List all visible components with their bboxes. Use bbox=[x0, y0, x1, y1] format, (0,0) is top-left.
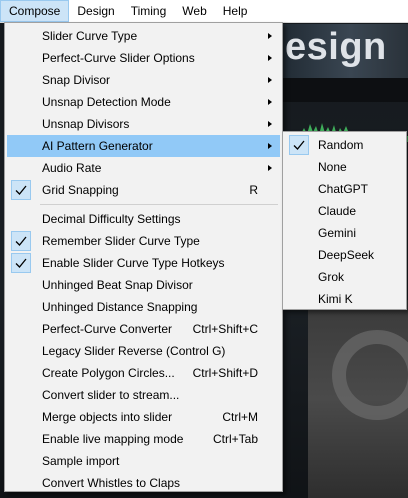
submenu-item-label: DeepSeek bbox=[318, 248, 375, 262]
menu-item-unhinged-beat-snap-divisor[interactable]: Unhinged Beat Snap Divisor bbox=[7, 274, 280, 296]
hit-circle-icon bbox=[332, 330, 408, 420]
submenu-arrow-icon bbox=[268, 33, 272, 39]
menu-item-enable-live-mapping-mode[interactable]: Enable live mapping mode Ctrl+Tab bbox=[7, 428, 280, 450]
submenu-item-kimi-k[interactable]: Kimi K bbox=[285, 288, 404, 310]
checkmark-icon bbox=[289, 135, 309, 155]
submenu-item-label: Claude bbox=[318, 204, 357, 218]
checkmark-icon bbox=[11, 231, 31, 251]
design-header-title: esign bbox=[285, 26, 387, 68]
menu-item-audio-rate[interactable]: Audio Rate bbox=[7, 157, 280, 179]
submenu-arrow-icon bbox=[268, 55, 272, 61]
menu-compose[interactable]: Compose bbox=[0, 0, 70, 22]
menu-web[interactable]: Web bbox=[174, 0, 214, 22]
menu-item-label: Slider Curve Type bbox=[42, 29, 138, 43]
menu-design[interactable]: Design bbox=[69, 0, 122, 22]
menu-item-convert-whistles-to-claps[interactable]: Convert Whistles to Claps bbox=[7, 472, 280, 494]
submenu-item-label: Kimi K bbox=[318, 292, 353, 306]
menu-item-label: Unhinged Distance Snapping bbox=[42, 300, 198, 314]
submenu-item-gemini[interactable]: Gemini bbox=[285, 222, 404, 244]
submenu-item-grok[interactable]: Grok bbox=[285, 266, 404, 288]
menu-item-unsnap-divisors[interactable]: Unsnap Divisors bbox=[7, 113, 280, 135]
menu-item-label: Perfect-Curve Converter bbox=[42, 322, 173, 336]
submenu-arrow-icon bbox=[268, 121, 272, 127]
timeline-strip bbox=[282, 78, 408, 102]
menu-item-label: Legacy Slider Reverse (Control G) bbox=[42, 344, 226, 358]
menu-item-convert-slider-to-stream[interactable]: Convert slider to stream... bbox=[7, 384, 280, 406]
menu-item-decimal-difficulty-settings[interactable]: Decimal Difficulty Settings bbox=[7, 208, 280, 230]
submenu-item-label: Gemini bbox=[318, 226, 357, 240]
menu-item-label: Unsnap Divisors bbox=[42, 117, 130, 131]
playfield-preview bbox=[308, 300, 408, 498]
menu-item-label: Merge objects into slider bbox=[42, 410, 173, 424]
menu-item-shortcut: R bbox=[249, 183, 258, 197]
menu-item-label: Grid Snapping bbox=[42, 183, 119, 197]
menu-item-slider-curve-type[interactable]: Slider Curve Type bbox=[7, 25, 280, 47]
compose-dropdown-menu: Slider Curve Type Perfect-Curve Slider O… bbox=[4, 22, 283, 492]
checkmark-icon bbox=[11, 180, 31, 200]
menu-item-label: Convert Whistles to Claps bbox=[42, 476, 181, 490]
submenu-item-chatgpt[interactable]: ChatGPT bbox=[285, 178, 404, 200]
submenu-arrow-icon bbox=[268, 143, 272, 149]
menu-timing[interactable]: Timing bbox=[123, 0, 175, 22]
submenu-item-label: Grok bbox=[318, 270, 345, 284]
menu-item-label: AI Pattern Generator bbox=[42, 139, 153, 153]
menu-item-sample-import[interactable]: Sample import bbox=[7, 450, 280, 472]
submenu-item-label: Random bbox=[318, 138, 364, 152]
menu-bar: Compose Design Timing Web Help bbox=[0, 0, 408, 23]
menu-item-shortcut: Ctrl+Shift+D bbox=[192, 366, 258, 380]
menu-item-label: Audio Rate bbox=[42, 161, 102, 175]
menu-item-shortcut: Ctrl+Shift+C bbox=[192, 322, 258, 336]
menu-item-shortcut: Ctrl+Tab bbox=[212, 432, 258, 446]
menu-item-label: Remember Slider Curve Type bbox=[42, 234, 200, 248]
menu-item-label: Perfect-Curve Slider Options bbox=[42, 51, 195, 65]
menu-separator bbox=[40, 204, 278, 205]
submenu-arrow-icon bbox=[268, 77, 272, 83]
submenu-arrow-icon bbox=[268, 165, 272, 171]
menu-item-label: Decimal Difficulty Settings bbox=[42, 212, 181, 226]
menu-item-label: Convert slider to stream... bbox=[42, 388, 180, 402]
submenu-item-claude[interactable]: Claude bbox=[285, 200, 404, 222]
submenu-item-none[interactable]: None bbox=[285, 156, 404, 178]
menu-item-perfect-curve-slider-options[interactable]: Perfect-Curve Slider Options bbox=[7, 47, 280, 69]
ai-pattern-generator-submenu: Random None ChatGPT Claude Gemini DeepSe… bbox=[282, 131, 407, 310]
submenu-arrow-icon bbox=[268, 99, 272, 105]
menu-item-label: Unhinged Beat Snap Divisor bbox=[42, 278, 193, 292]
menu-item-legacy-slider-reverse[interactable]: Legacy Slider Reverse (Control G) bbox=[7, 340, 280, 362]
menu-item-enable-slider-curve-type-hotkeys[interactable]: Enable Slider Curve Type Hotkeys bbox=[7, 252, 280, 274]
menu-item-label: Create Polygon Circles... bbox=[42, 366, 175, 380]
menu-item-create-polygon-circles[interactable]: Create Polygon Circles... Ctrl+Shift+D bbox=[7, 362, 280, 384]
menu-item-grid-snapping[interactable]: Grid Snapping R bbox=[7, 179, 280, 201]
menu-item-snap-divisor[interactable]: Snap Divisor bbox=[7, 69, 280, 91]
menu-item-label: Enable live mapping mode bbox=[42, 432, 184, 446]
menu-item-label: Sample import bbox=[42, 454, 120, 468]
submenu-item-label: ChatGPT bbox=[318, 182, 369, 196]
submenu-item-random[interactable]: Random bbox=[285, 134, 404, 156]
menu-item-merge-objects-into-slider[interactable]: Merge objects into slider Ctrl+M bbox=[7, 406, 280, 428]
menu-item-unsnap-detection-mode[interactable]: Unsnap Detection Mode bbox=[7, 91, 280, 113]
menu-item-label: Enable Slider Curve Type Hotkeys bbox=[42, 256, 225, 270]
checkmark-icon bbox=[11, 253, 31, 273]
menu-item-unhinged-distance-snapping[interactable]: Unhinged Distance Snapping bbox=[7, 296, 280, 318]
menu-item-label: Unsnap Detection Mode bbox=[42, 95, 171, 109]
submenu-item-deepseek[interactable]: DeepSeek bbox=[285, 244, 404, 266]
menu-item-shortcut: Ctrl+M bbox=[222, 410, 258, 424]
menu-help[interactable]: Help bbox=[215, 0, 256, 22]
menu-item-perfect-curve-converter[interactable]: Perfect-Curve Converter Ctrl+Shift+C bbox=[7, 318, 280, 340]
menu-item-ai-pattern-generator[interactable]: AI Pattern Generator bbox=[7, 135, 280, 157]
menu-item-remember-slider-curve-type[interactable]: Remember Slider Curve Type bbox=[7, 230, 280, 252]
menu-item-label: Snap Divisor bbox=[42, 73, 111, 87]
submenu-item-label: None bbox=[318, 160, 347, 174]
